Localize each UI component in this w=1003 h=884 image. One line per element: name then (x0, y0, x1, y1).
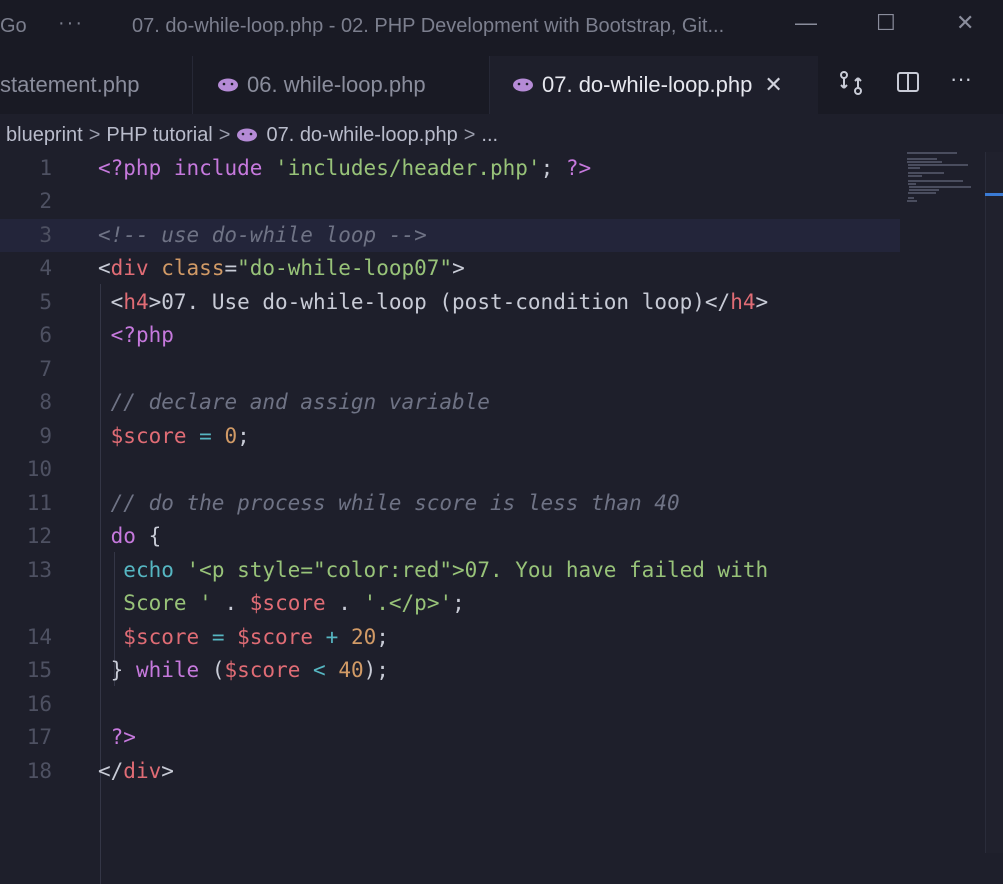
code-line-current: 3 <!-- use do-while loop --> (0, 219, 900, 252)
minimap-line (909, 186, 971, 188)
breadcrumb-item[interactable]: ... (481, 124, 498, 147)
tab-do-while-loop[interactable]: 07. do-while-loop.php ✕ (490, 56, 818, 114)
php-elephant-icon (236, 127, 258, 143)
tab-label: 06. while-loop.php (247, 72, 426, 97)
code-line: 12 do { (26, 524, 162, 548)
editor-tab-bar: statement.php 06. while-loop.php 07. do-… (0, 56, 1003, 114)
breadcrumb-separator: > (463, 123, 476, 146)
tab-while-loop[interactable]: 06. while-loop.php (193, 56, 489, 114)
breadcrumb-item[interactable]: blueprint (6, 124, 83, 147)
code-editor[interactable]: 1 <?php include 'includes/header.php'; ?>… (0, 152, 1003, 884)
split-editor-icon[interactable] (896, 70, 920, 100)
minimap-line (907, 161, 942, 163)
window-title: 07. do-while-loop.php - 02. PHP Developm… (132, 15, 725, 37)
close-tab-icon[interactable]: ✕ (764, 72, 782, 98)
minimap-line (908, 183, 916, 185)
breadcrumb-item[interactable]: PHP tutorial (106, 124, 212, 147)
code-line: 8 // declare and assign variable (39, 390, 490, 414)
code-line: 10 (26, 457, 52, 481)
scrollbar-cursor-marker (985, 193, 1003, 196)
menu-go[interactable]: Go (0, 15, 27, 38)
code-line: 6 <?php (39, 323, 174, 347)
vertical-scrollbar[interactable] (985, 152, 1003, 853)
code-line-wrapped: Score ' . $score . '.</p>'; (123, 591, 465, 615)
more-actions-icon[interactable]: ··· (950, 66, 972, 92)
tab-label: 07. do-while-loop.php (542, 72, 753, 97)
php-elephant-icon (217, 77, 239, 93)
close-window-button[interactable]: ✕ (956, 10, 974, 36)
code-line: 17 ?> (26, 725, 136, 749)
code-line: 4 <div class="do-while-loop07"> (39, 256, 465, 280)
compare-changes-icon[interactable] (838, 70, 864, 102)
code-line: 15 } while ($score < 40); (26, 658, 389, 682)
code-line: 18 </div> (26, 759, 174, 783)
code-line: 2 (39, 189, 52, 213)
minimap-line (909, 189, 939, 191)
breadcrumb-separator: > (218, 123, 231, 146)
minimap-line (908, 164, 968, 166)
code-line: 7 (39, 357, 52, 381)
code-line: 16 (26, 692, 52, 716)
minimap-line (908, 175, 922, 177)
minimap-line (907, 200, 917, 202)
minimap-line (908, 180, 963, 182)
tab-statement[interactable]: statement.php (0, 56, 192, 114)
php-elephant-icon (512, 77, 534, 93)
breadcrumb-item[interactable]: 07. do-while-loop.php (266, 124, 457, 147)
code-line: 13 echo '<p style="color:red">07. You ha… (26, 558, 769, 582)
tab-label: statement.php (0, 72, 140, 97)
breadcrumb: blueprint > PHP tutorial > 07. do-while-… (0, 118, 900, 152)
minimap-line (908, 172, 944, 174)
code-line: 1 <?php include 'includes/header.php'; ?> (39, 156, 592, 180)
minimap-line (908, 167, 920, 169)
minimize-button[interactable]: — (795, 10, 817, 36)
code-line: 5 <h4>07. Use do-while-loop (post-condit… (39, 290, 769, 314)
maximize-button[interactable]: ☐ (876, 10, 896, 36)
code-line: 9 $score = 0; (39, 424, 250, 448)
menu-more-icon[interactable]: ··· (58, 12, 84, 35)
minimap-line (907, 158, 937, 160)
code-line: 14 $score = $score + 20; (26, 625, 389, 649)
breadcrumb-separator: > (88, 123, 101, 146)
code-line: 11 // do the process while score is less… (26, 491, 680, 515)
minimap-line (908, 197, 914, 199)
minimap-line (907, 152, 957, 154)
minimap[interactable] (905, 150, 975, 210)
title-bar: Go ··· 07. do-while-loop.php - 02. PHP D… (0, 0, 1003, 56)
minimap-line (908, 192, 936, 194)
